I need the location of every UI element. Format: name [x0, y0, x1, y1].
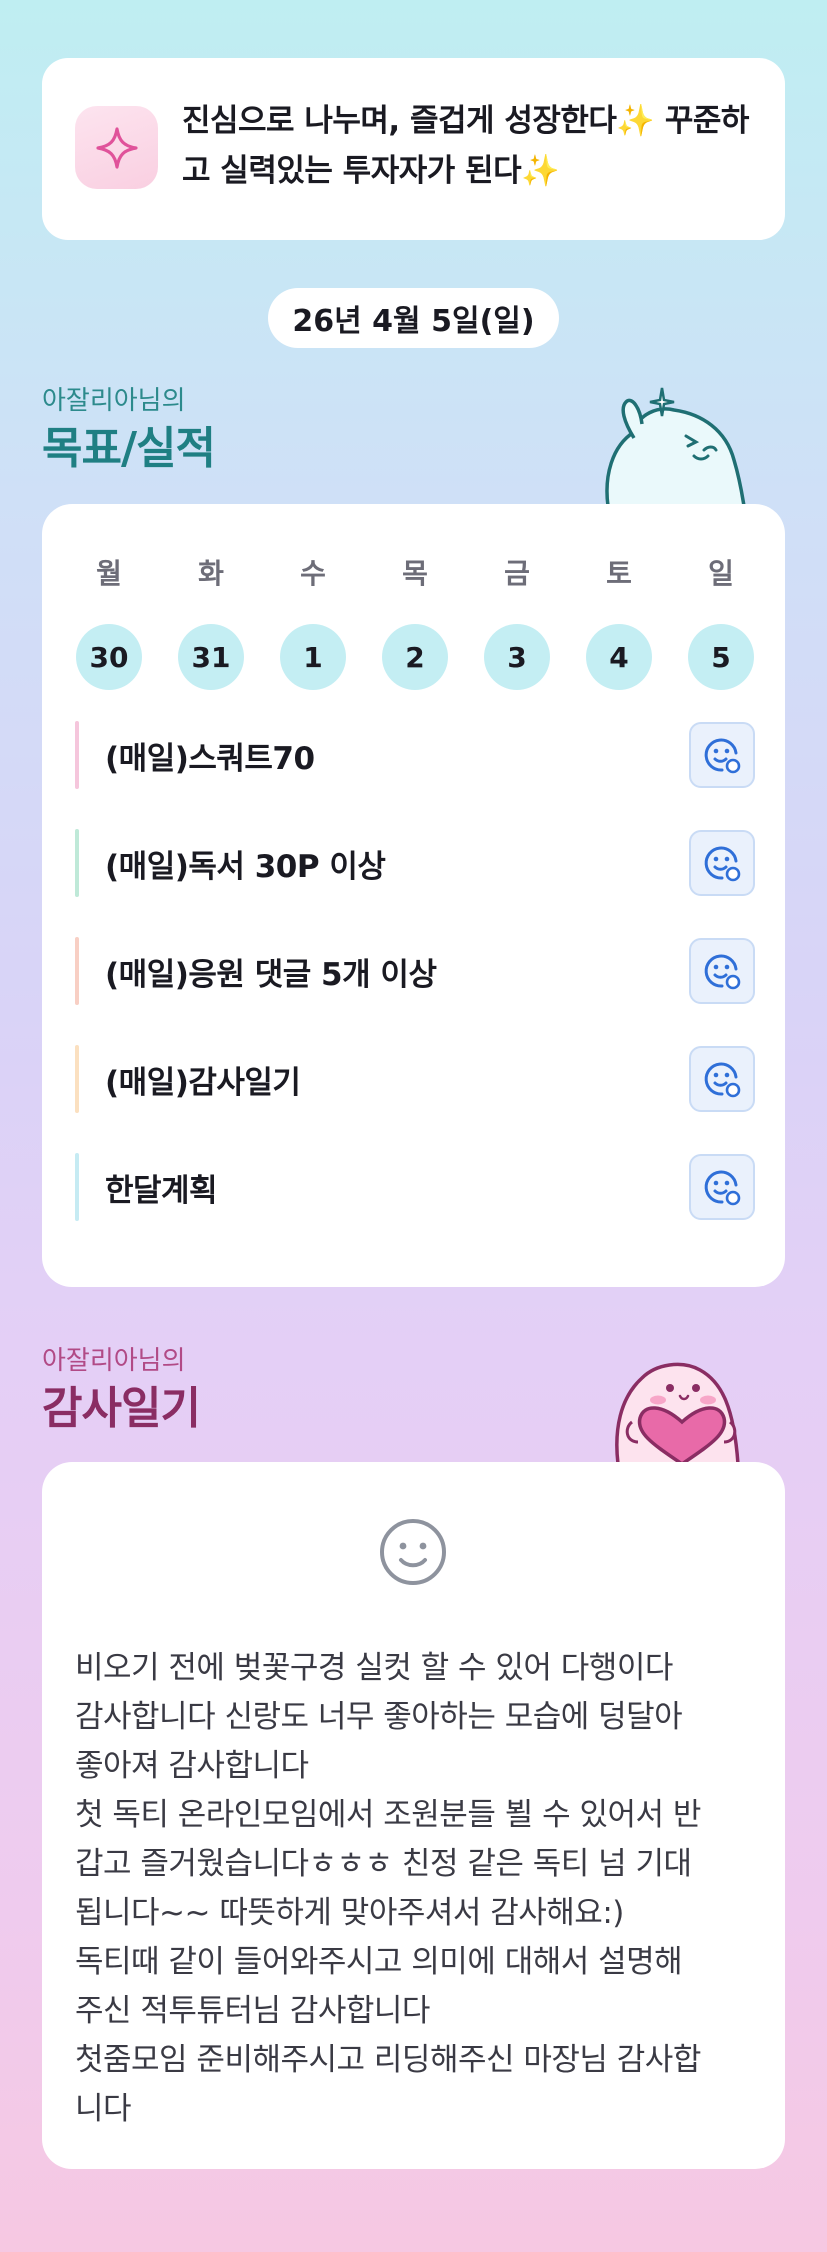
- week-calendar: 월 30 화 31 수 1 목 2 금 3 토 4 일 5: [75, 552, 755, 690]
- goal-item[interactable]: (매일)감사일기: [75, 1044, 755, 1114]
- add-reaction-button[interactable]: [689, 722, 755, 788]
- goal-color-bar: [75, 721, 79, 789]
- day-label: 목: [402, 557, 428, 590]
- sparkle-icon: [75, 106, 158, 189]
- goal-color-bar: [75, 829, 79, 897]
- add-reaction-button[interactable]: [689, 1046, 755, 1112]
- goals-card: 월 30 화 31 수 1 목 2 금 3 토 4 일 5 (매일)스쿼트70 …: [42, 504, 785, 1287]
- motto-text: 진심으로 나누며, 즐겁게 성장한다✨ 꾸준하고 실력있는 투자자가 된다✨: [182, 103, 749, 189]
- day-label: 월: [96, 557, 122, 590]
- day-thu[interactable]: 목 2: [381, 552, 449, 690]
- motto-card: 진심으로 나누며, 즐겁게 성장한다✨ 꾸준하고 실력있는 투자자가 된다✨: [42, 58, 785, 240]
- day-label: 수: [300, 557, 326, 590]
- add-reaction-icon: [704, 954, 741, 990]
- add-reaction-button[interactable]: [689, 830, 755, 896]
- diary-body-text: 비오기 전에 벚꽃구경 실컷 할 수 있어 다행이다 감사합니다 신랑도 너무 …: [75, 1650, 701, 2127]
- add-reaction-button[interactable]: [689, 938, 755, 1004]
- goal-label: (매일)독서 30P 이상: [105, 848, 386, 885]
- goal-item[interactable]: (매일)스쿼트70: [75, 720, 755, 790]
- day-sun[interactable]: 일 5: [687, 552, 755, 690]
- ghost-mascot-icon: [598, 380, 748, 510]
- add-reaction-icon: [704, 1170, 741, 1206]
- day-number[interactable]: 30: [76, 624, 142, 690]
- gratitude-diary-card: 비오기 전에 벚꽃구경 실컷 할 수 있어 다행이다 감사합니다 신랑도 너무 …: [42, 1462, 785, 2169]
- goal-item[interactable]: (매일)독서 30P 이상: [75, 828, 755, 898]
- add-reaction-icon: [704, 846, 741, 882]
- day-label: 일: [708, 557, 734, 590]
- goal-label: 한달계획: [105, 1172, 218, 1209]
- add-reaction-icon: [704, 1062, 741, 1098]
- day-sat[interactable]: 토 4: [585, 552, 653, 690]
- goal-label: (매일)응원 댓글 5개 이상: [105, 956, 437, 993]
- day-label: 화: [198, 557, 224, 590]
- day-number[interactable]: 31: [178, 624, 244, 690]
- goal-item[interactable]: 한달계획: [75, 1152, 755, 1222]
- day-fri[interactable]: 금 3: [483, 552, 551, 690]
- day-label: 토: [606, 557, 632, 590]
- day-label: 금: [504, 557, 530, 590]
- day-number[interactable]: 1: [280, 624, 346, 690]
- day-number[interactable]: 5: [688, 624, 754, 690]
- date-selector[interactable]: 26년 4월 5일(일): [268, 288, 559, 348]
- diary-title: 감사일기: [42, 1383, 201, 1434]
- day-number[interactable]: 2: [382, 624, 448, 690]
- add-reaction-button[interactable]: [689, 1154, 755, 1220]
- smile-face-icon[interactable]: [378, 1517, 448, 1591]
- day-tue[interactable]: 화 31: [177, 552, 245, 690]
- day-number[interactable]: 3: [484, 624, 550, 690]
- day-mon[interactable]: 월 30: [75, 552, 143, 690]
- goal-item[interactable]: (매일)응원 댓글 5개 이상: [75, 936, 755, 1006]
- day-wed[interactable]: 수 1: [279, 552, 347, 690]
- goal-color-bar: [75, 937, 79, 1005]
- day-number[interactable]: 4: [586, 624, 652, 690]
- add-reaction-icon: [704, 738, 741, 774]
- goals-title: 목표/실적: [42, 423, 216, 474]
- goal-color-bar: [75, 1045, 79, 1113]
- goal-label: (매일)스쿼트70: [105, 740, 315, 777]
- goal-label: (매일)감사일기: [105, 1064, 301, 1101]
- heart-ghost-mascot-icon: [596, 1338, 756, 1468]
- goal-color-bar: [75, 1153, 79, 1221]
